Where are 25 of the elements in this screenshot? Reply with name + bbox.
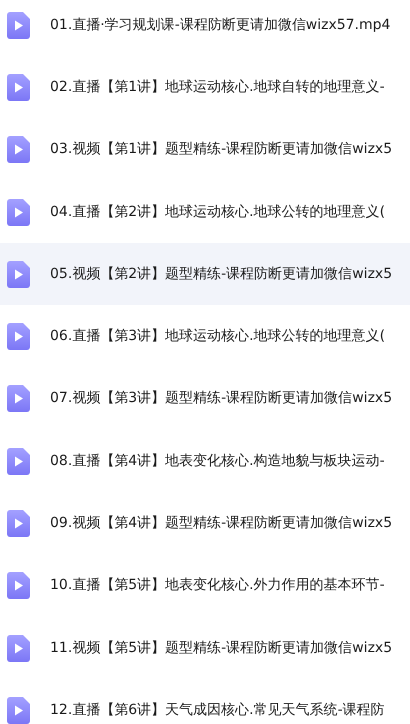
file-name: 09.视频【第4讲】题型精练-课程防断更请加微信wizx5 [50,514,392,534]
video-file-icon [7,385,30,412]
video-file-icon [7,634,30,662]
file-row[interactable]: 05.视频【第2讲】题型精练-课程防断更请加微信wizx5 [0,243,410,306]
file-name: 04.直播【第2讲】地球运动核心.地球公转的地理意义( [50,202,386,222]
file-name: 02.直播【第1讲】地球运动核心.地球自转的地理意义- [50,78,385,97]
video-file-icon [7,136,30,164]
video-file-icon [7,696,30,724]
video-file-icon [7,12,30,39]
video-file-icon [7,572,30,600]
file-name: 05.视频【第2讲】题型精练-课程防断更请加微信wizx5 [50,264,392,284]
video-file-icon [7,323,30,350]
file-name: 08.直播【第4讲】地表变化核心.构造地貌与板块运动- [50,452,385,471]
video-file-icon [7,198,30,226]
file-name: 06.直播【第3讲】地球运动核心.地球公转的地理意义( [50,327,386,346]
file-name: 03.视频【第1讲】题型精练-课程防断更请加微信wizx5 [50,140,392,160]
video-file-icon [7,448,30,475]
file-name: 12.直播【第6讲】天气成因核心.常见天气系统-课程防 [50,700,385,720]
video-file-icon [7,510,30,538]
file-name: 11.视频【第5讲】题型精练-课程防断更请加微信wizx5 [50,638,392,658]
file-name: 07.视频【第3讲】题型精练-课程防断更请加微信wizx5 [50,389,392,408]
video-file-icon [7,74,30,101]
video-file-icon [7,260,30,288]
file-name: 10.直播【第5讲】地表变化核心.外力作用的基本环节- [50,576,385,596]
file-name: 01.直播·学习规划课-课程防断更请加微信wizx57.mp4 [50,16,390,35]
